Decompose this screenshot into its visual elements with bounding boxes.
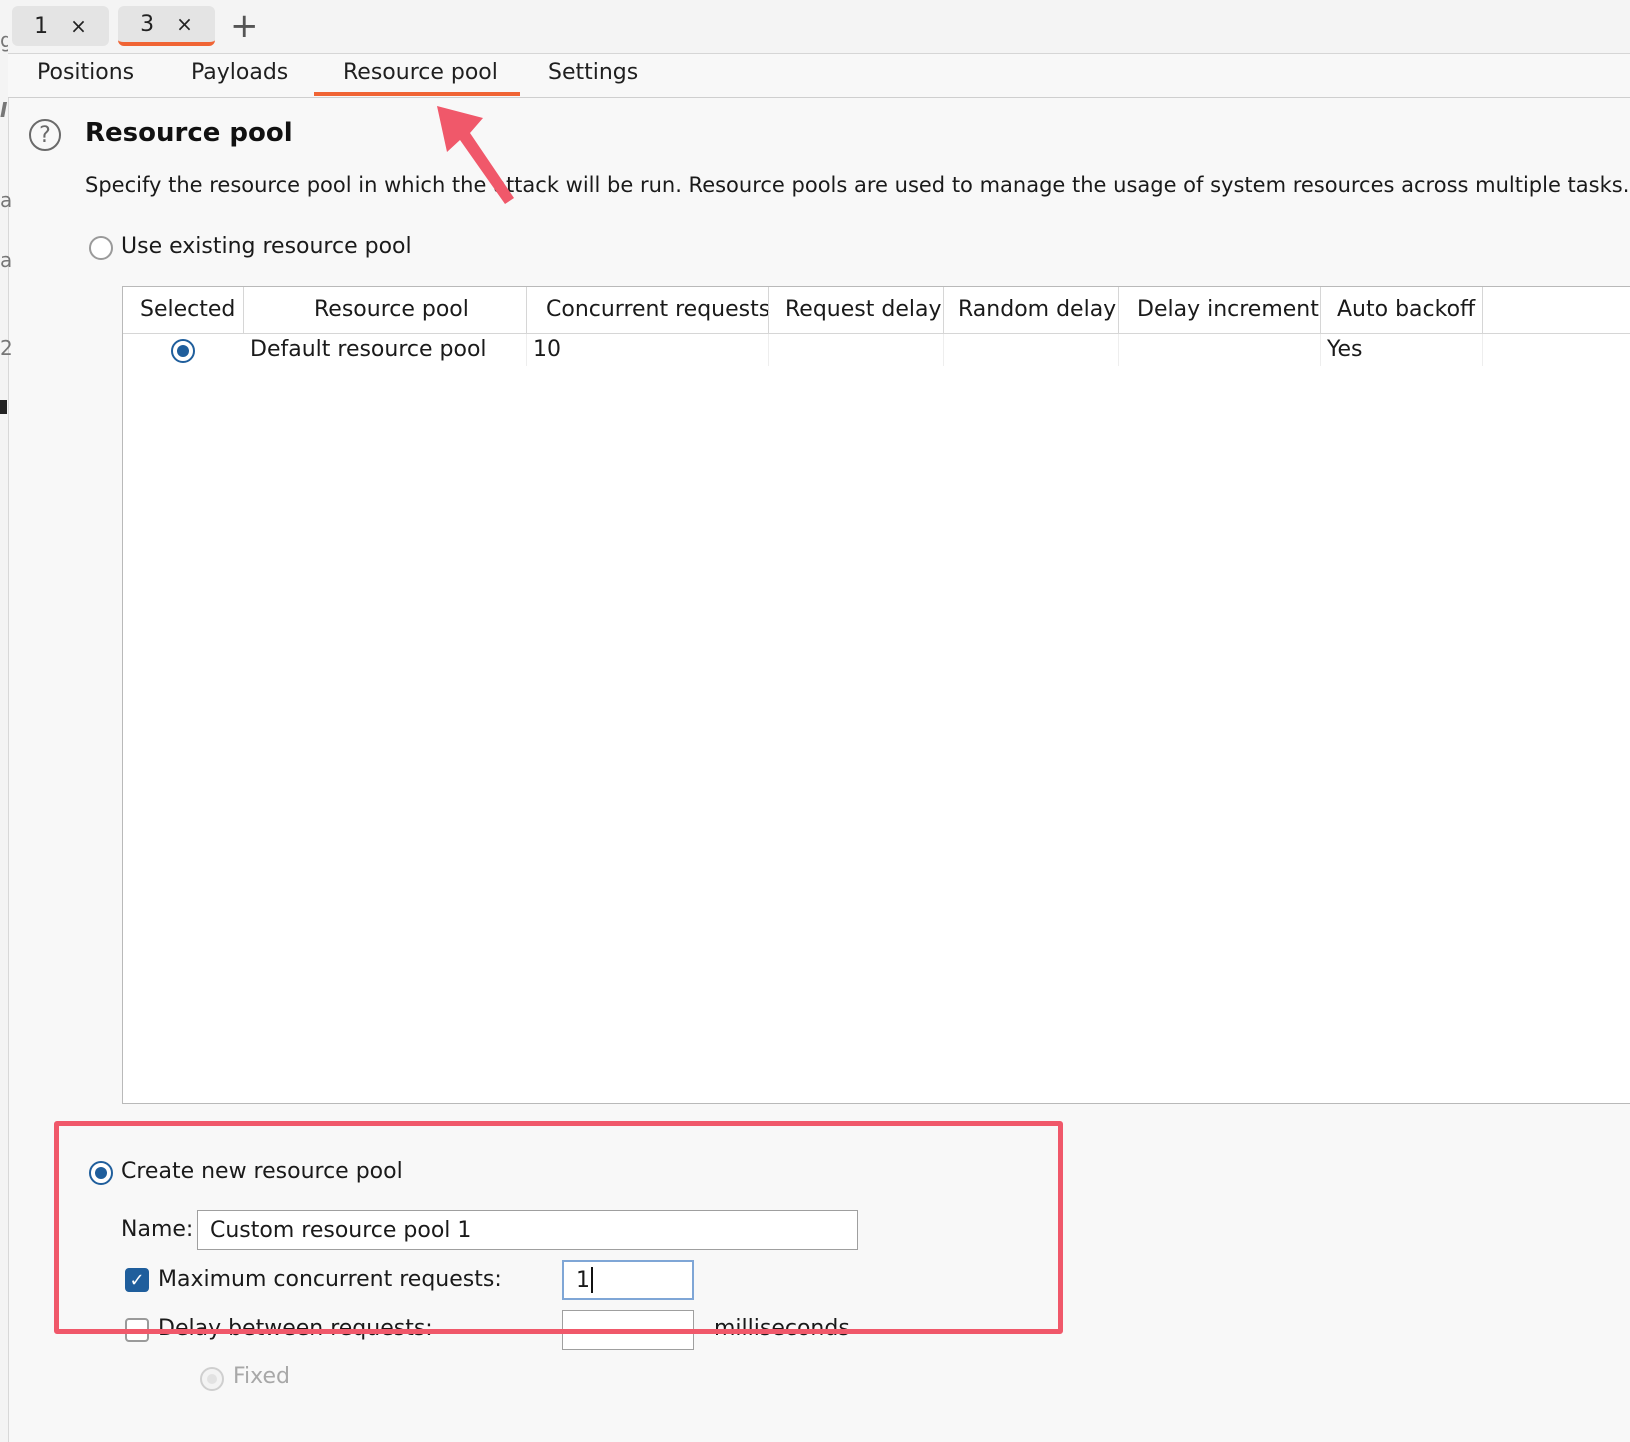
arrow-shape (437, 106, 514, 204)
annotation-arrow (437, 106, 514, 204)
